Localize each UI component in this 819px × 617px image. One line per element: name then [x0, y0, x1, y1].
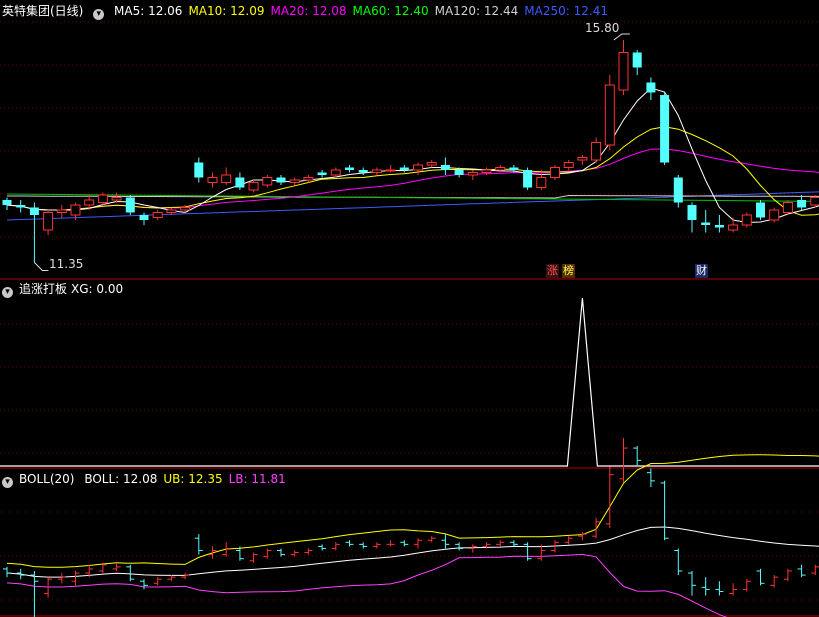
- candle-body: [413, 164, 423, 171]
- xg-indicator-line: [0, 297, 819, 467]
- ma-label: MA250: 12.41: [524, 4, 608, 18]
- candle-body: [56, 209, 67, 213]
- main-panel-header: 英特集团(日线) ▾ MA5: 12.06 MA10: 12.09 MA20: 12…: [2, 3, 620, 20]
- candle-body: [782, 202, 793, 213]
- candle-body: [577, 157, 588, 161]
- candle-body: [563, 162, 574, 168]
- chart-canvas[interactable]: [0, 0, 819, 617]
- boll-title: BOLL(20): [19, 472, 75, 486]
- finance-badge[interactable]: 财: [695, 264, 708, 278]
- candle-body: [345, 167, 354, 170]
- boll-middle-band: [6, 526, 819, 578]
- chevron-down-icon[interactable]: ▾: [93, 9, 105, 20]
- candle-body: [399, 167, 409, 170]
- candle-body: [810, 197, 819, 206]
- candle-body: [358, 170, 368, 173]
- candle-body: [207, 177, 218, 183]
- candle-body: [440, 165, 450, 170]
- indicator-panel-header: ▾ 追涨打板 XG: 0.00: [2, 281, 129, 298]
- ranking-badge[interactable]: 榜: [562, 264, 575, 278]
- candle-body: [43, 212, 54, 231]
- candle-body: [797, 200, 807, 208]
- candle-body: [481, 169, 492, 173]
- candle-body: [591, 142, 602, 161]
- candle-body: [523, 170, 533, 188]
- boll-value-label: LB: 11.81: [228, 472, 286, 486]
- stock-title: 英特集团(日线): [2, 4, 84, 18]
- boll-panel-header: ▾ BOLL(20) BOLL: 12.08 UB: 12.35 LB: 11.81: [2, 471, 298, 488]
- candle-body: [701, 222, 711, 225]
- ma-label: MA10: 12.09: [188, 4, 265, 18]
- candle-body: [604, 84, 615, 146]
- candle-body: [426, 162, 437, 166]
- candle-body: [111, 197, 122, 201]
- candle-body: [660, 95, 670, 163]
- low-price-label: 11.35: [49, 257, 84, 271]
- candle-body: [221, 174, 232, 183]
- candle-body: [262, 177, 273, 186]
- candle-body: [276, 177, 286, 183]
- chevron-down-icon[interactable]: ▾: [2, 287, 13, 298]
- ma-label: MA20: 12.08: [270, 4, 347, 18]
- candle-body: [248, 182, 259, 191]
- candle-body: [714, 225, 724, 228]
- candle-body: [330, 169, 341, 176]
- candle-body: [385, 169, 396, 172]
- boll-value-label: UB: 12.35: [163, 472, 223, 486]
- candle-body: [495, 167, 506, 171]
- limit-up-badge[interactable]: 涨: [546, 264, 559, 278]
- candle-body: [371, 169, 382, 173]
- indicator-title: 追涨打板: [19, 282, 68, 296]
- candle-body: [97, 194, 108, 203]
- candle-body: [687, 205, 697, 220]
- boll-value-label: BOLL: 12.08: [84, 472, 158, 486]
- candle-body: [303, 177, 314, 181]
- boll-lower-band: [6, 553, 727, 617]
- candle-body: [632, 52, 642, 68]
- ma-label: MA120: 12.44: [434, 4, 519, 18]
- candle-body: [70, 204, 81, 216]
- candle-body: [756, 202, 765, 218]
- candle-body: [673, 177, 683, 203]
- low-marker: [34, 262, 49, 271]
- candle-body: [125, 197, 135, 213]
- candle-body: [728, 224, 739, 231]
- candle-body: [467, 172, 478, 176]
- candle-body: [769, 209, 780, 221]
- candle-body: [550, 167, 560, 178]
- candle-body: [536, 177, 547, 188]
- candle-body: [454, 170, 464, 175]
- candle-body: [152, 212, 163, 218]
- candle-body: [84, 199, 95, 206]
- candle-body: [16, 205, 26, 208]
- candle-body: [2, 200, 12, 205]
- candle-body: [29, 207, 39, 215]
- candle-body: [618, 52, 629, 91]
- indicator-value: XG: 0.00: [71, 282, 124, 296]
- ma-label: MA5: 12.06: [114, 4, 183, 18]
- candle-body: [317, 172, 327, 175]
- high-price-label: 15.80: [585, 21, 620, 35]
- chevron-down-icon[interactable]: ▾: [2, 477, 13, 488]
- candle-body: [289, 179, 300, 183]
- candle-body: [741, 214, 752, 226]
- candle-body: [139, 215, 149, 220]
- candle-body: [509, 167, 519, 170]
- candle-body: [646, 82, 656, 93]
- candle-body: [235, 177, 245, 188]
- ma-label: MA60: 12.40: [352, 4, 429, 18]
- candle-body: [194, 162, 204, 178]
- candle-body: [180, 207, 191, 211]
- candle-body: [166, 209, 177, 213]
